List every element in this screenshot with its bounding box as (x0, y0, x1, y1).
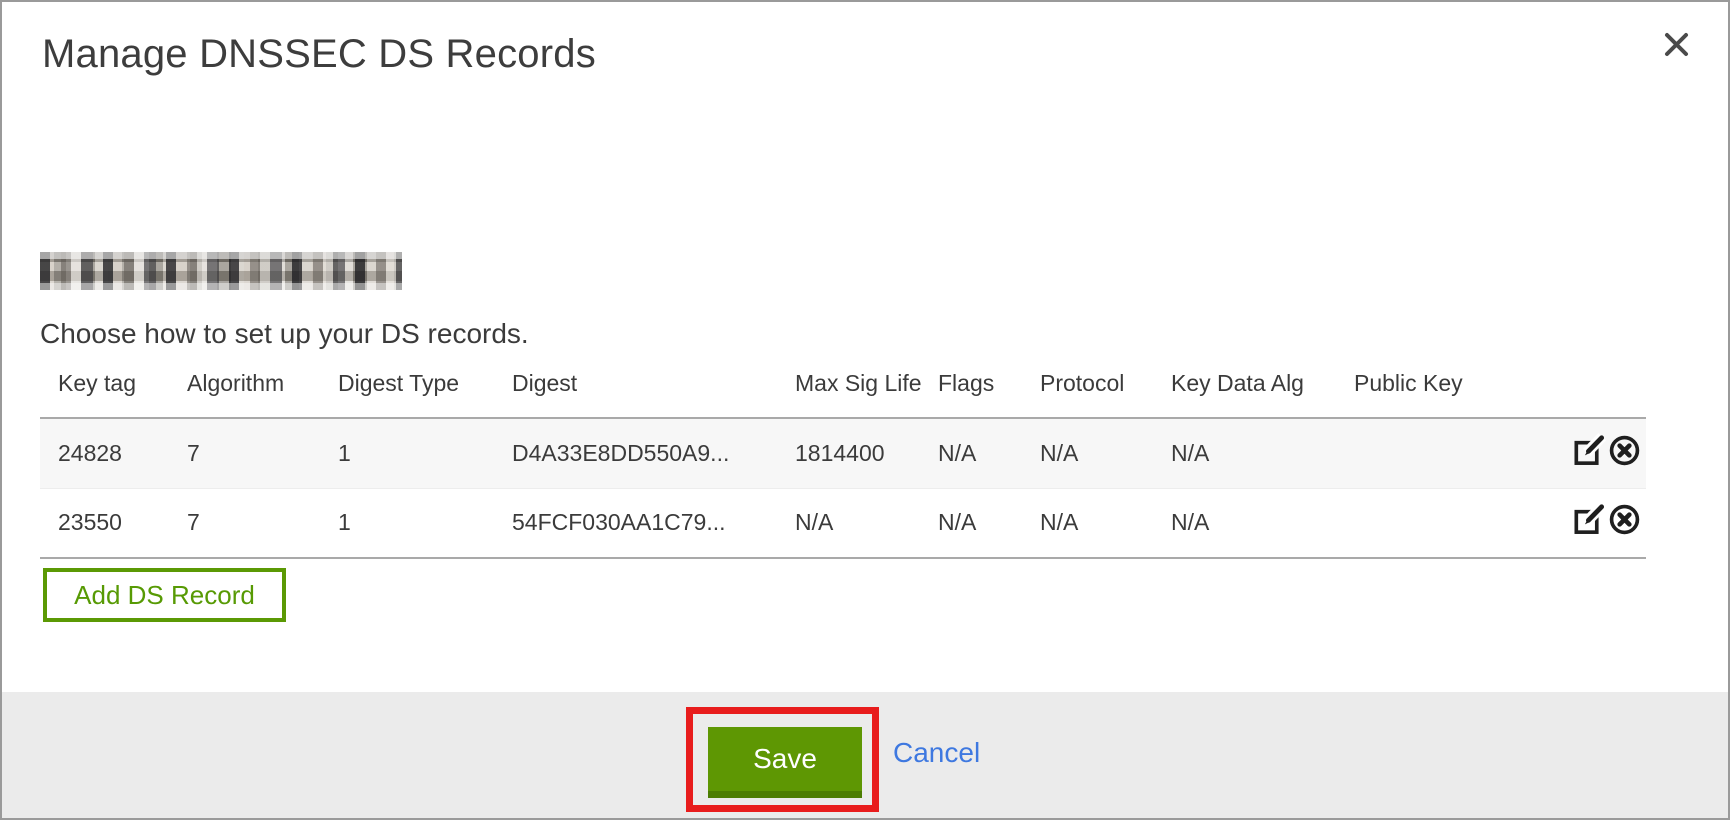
cell-digest: 54FCF030AA1C79... (512, 488, 795, 558)
cell-public-key (1354, 488, 1554, 558)
column-header: Digest Type (338, 362, 512, 418)
cancel-link[interactable]: Cancel (893, 737, 980, 769)
domain-name-redacted (40, 252, 402, 290)
close-icon[interactable] (1658, 26, 1694, 62)
row-actions (1554, 418, 1646, 488)
instruction-text: Choose how to set up your DS records. (40, 318, 529, 350)
table-header: Key tagAlgorithmDigest TypeDigestMax Sig… (40, 362, 1646, 418)
cell-key-data-alg: N/A (1171, 488, 1354, 558)
column-header: Algorithm (187, 362, 338, 418)
column-header (1554, 362, 1646, 418)
delete-record-icon[interactable] (1607, 502, 1642, 543)
column-header: Key Data Alg (1171, 362, 1354, 418)
column-header: Key tag (40, 362, 187, 418)
close-x-glyph (1663, 31, 1690, 58)
cell-max-sig-life: 1814400 (795, 418, 938, 488)
page-title: Manage DNSSEC DS Records (42, 32, 596, 77)
cell-key-data-alg: N/A (1171, 418, 1354, 488)
delete-record-icon[interactable] (1607, 433, 1642, 474)
table-row: 235507154FCF030AA1C79...N/AN/AN/AN/A (40, 488, 1646, 558)
cell-key-tag: 24828 (40, 418, 187, 488)
cell-key-tag: 23550 (40, 488, 187, 558)
edit-record-icon[interactable] (1572, 502, 1607, 543)
cell-digest-type: 1 (338, 418, 512, 488)
column-header: Protocol (1040, 362, 1171, 418)
cell-algorithm: 7 (187, 418, 338, 488)
column-header: Digest (512, 362, 795, 418)
column-header: Public Key (1354, 362, 1554, 418)
save-button[interactable]: Save (708, 727, 862, 798)
manage-dnssec-dialog: Manage DNSSEC DS Records Choose how to s… (0, 0, 1730, 820)
cell-protocol: N/A (1040, 488, 1171, 558)
ds-records-table: Key tagAlgorithmDigest TypeDigestMax Sig… (40, 362, 1646, 559)
edit-record-icon[interactable] (1572, 433, 1607, 474)
row-actions (1554, 488, 1646, 558)
column-header: Max Sig Life (795, 362, 938, 418)
table-row: 2482871D4A33E8DD550A9...1814400N/AN/AN/A (40, 418, 1646, 488)
cell-flags: N/A (938, 418, 1040, 488)
cell-digest: D4A33E8DD550A9... (512, 418, 795, 488)
cell-protocol: N/A (1040, 418, 1171, 488)
cell-max-sig-life: N/A (795, 488, 938, 558)
add-ds-record-button[interactable]: Add DS Record (43, 568, 286, 622)
cell-digest-type: 1 (338, 488, 512, 558)
cell-algorithm: 7 (187, 488, 338, 558)
column-header: Flags (938, 362, 1040, 418)
dialog-footer: Save Cancel (2, 692, 1728, 818)
cell-flags: N/A (938, 488, 1040, 558)
cell-public-key (1354, 418, 1554, 488)
